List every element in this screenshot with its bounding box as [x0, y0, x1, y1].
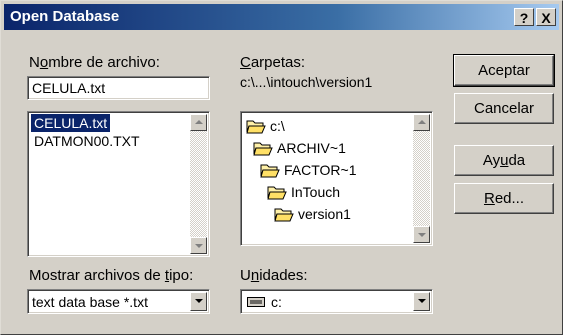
- folder-name: c:\: [270, 118, 285, 134]
- folder-tree-scrollbar[interactable]: [413, 114, 430, 243]
- open-folder-icon: [246, 120, 266, 134]
- scroll-down-button[interactable]: [190, 237, 207, 254]
- scroll-down-button[interactable]: [413, 226, 430, 243]
- open-folder-icon: [267, 186, 287, 200]
- help-button[interactable]: Ayuda: [454, 145, 554, 176]
- accept-button[interactable]: Aceptar: [453, 54, 555, 87]
- arrow-down-icon: [418, 233, 426, 237]
- file-list[interactable]: CELULA.txt DATMON00.TXT: [27, 111, 210, 257]
- arrow-down-icon: [195, 244, 203, 248]
- folder-item[interactable]: InTouch: [267, 182, 340, 202]
- file-type-label: Mostrar archivos de tipo:: [29, 267, 194, 284]
- file-list-scrollbar[interactable]: [190, 114, 207, 254]
- folder-item[interactable]: c:\: [246, 116, 285, 136]
- dialog-title: Open Database: [10, 8, 120, 25]
- help-title-button[interactable]: ?: [514, 8, 534, 26]
- drives-label: Unidades:: [240, 267, 308, 284]
- file-list-item[interactable]: CELULA.txt: [31, 114, 111, 132]
- file-list-item[interactable]: DATMON00.TXT: [31, 132, 143, 150]
- current-path: c:\...\intouch\version1: [240, 74, 373, 90]
- drives-value: c:: [271, 294, 282, 310]
- cancel-button[interactable]: Cancelar: [454, 93, 554, 124]
- file-type-dropdown-button[interactable]: [190, 292, 207, 311]
- file-type-select[interactable]: text data base *.txt: [27, 289, 210, 314]
- title-bar[interactable]: Open Database ? X: [4, 4, 559, 30]
- drives-select[interactable]: c:: [240, 289, 433, 314]
- open-folder-icon: [253, 142, 273, 156]
- scroll-up-button[interactable]: [190, 114, 207, 131]
- open-folder-icon: [274, 208, 294, 222]
- open-database-dialog: Open Database ? X Nombre de archivo: CEL…: [0, 0, 563, 335]
- folder-item[interactable]: version1: [274, 204, 351, 224]
- folder-item[interactable]: FACTOR~1: [260, 160, 357, 180]
- file-type-value: text data base *.txt: [32, 294, 148, 310]
- file-name-label: Nombre de archivo:: [29, 54, 160, 71]
- folder-name: ARCHIV~1: [277, 140, 346, 156]
- folder-tree[interactable]: c:\ ARCHIV~1 FACTOR~1 InTouch version1: [240, 111, 433, 246]
- folder-item[interactable]: ARCHIV~1: [253, 138, 346, 158]
- drives-dropdown-button[interactable]: [413, 292, 430, 311]
- folder-name: InTouch: [291, 184, 341, 200]
- folder-name: version1: [298, 206, 351, 222]
- network-button[interactable]: Red...: [454, 183, 554, 214]
- folders-label: Carpetas:: [240, 54, 306, 71]
- chevron-down-icon: [195, 299, 203, 303]
- scroll-up-button[interactable]: [413, 114, 430, 131]
- arrow-up-icon: [195, 120, 203, 124]
- close-button[interactable]: X: [536, 8, 556, 26]
- open-folder-icon: [260, 164, 280, 178]
- arrow-up-icon: [418, 120, 426, 124]
- folder-name: FACTOR~1: [284, 162, 357, 178]
- file-name-input[interactable]: CELULA.txt: [27, 76, 210, 100]
- drive-icon: [247, 297, 265, 307]
- file-name-value: CELULA.txt: [32, 80, 106, 96]
- chevron-down-icon: [418, 299, 426, 303]
